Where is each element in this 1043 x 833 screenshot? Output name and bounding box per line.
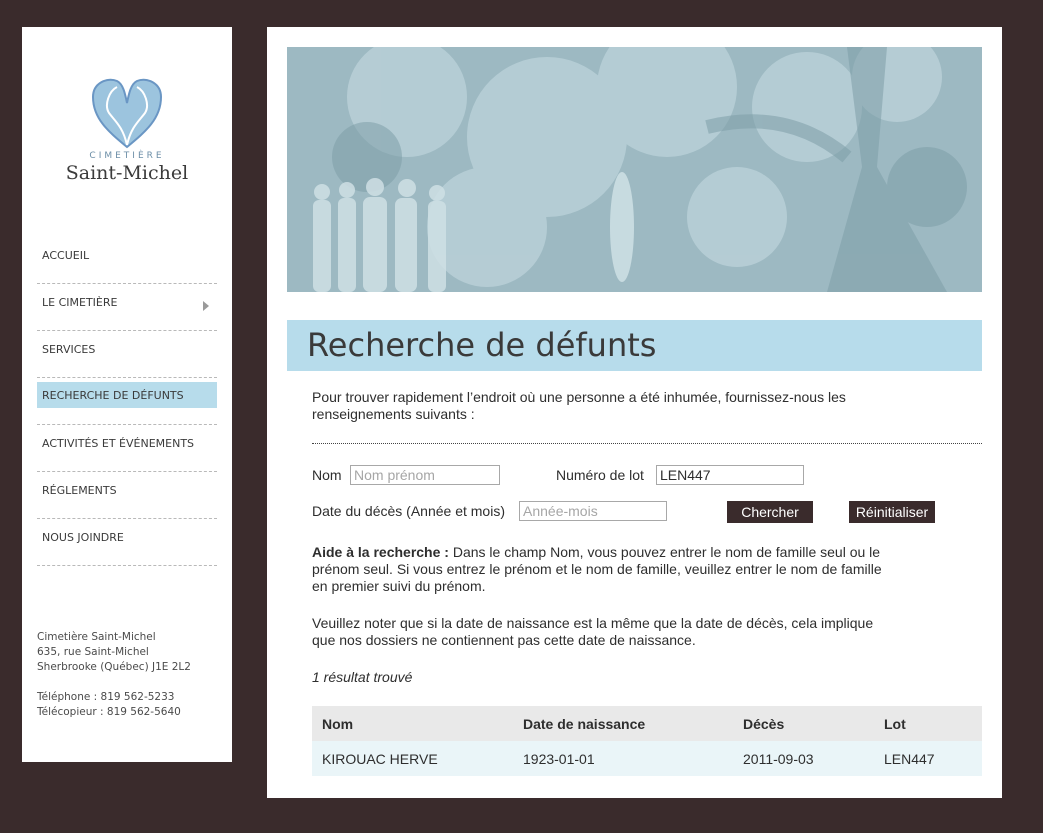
page-title: Recherche de défunts	[307, 326, 657, 364]
nav-item-label: ACTIVITÉS ET ÉVÉNEMENTS	[42, 437, 195, 450]
trees-silhouettes-image	[287, 47, 982, 292]
nav-item-label: ACCUEIL	[42, 249, 90, 262]
address-line: Sherbrooke (Québec) J1E 2L2	[37, 661, 191, 673]
angel-wings-logo-icon	[91, 78, 163, 149]
cell-date-naissance: 1923-01-01	[513, 741, 733, 776]
cell-nom: KIROUAC HERVE	[312, 741, 513, 776]
table-header-row: Nom Date de naissance Décès Lot	[312, 706, 982, 741]
nav-item-accueil[interactable]: ACCUEIL	[37, 237, 217, 284]
nav-item-le-cimetiere[interactable]: LE CIMETIÈRE	[37, 284, 217, 331]
column-header-nom: Nom	[312, 706, 513, 741]
lot-label: Numéro de lot	[556, 467, 644, 483]
page-title-bar: Recherche de défunts	[287, 320, 982, 371]
birthdate-note: Veuillez noter que si la date de naissan…	[312, 615, 874, 648]
search-help-text: Aide à la recherche : Dans le champ Nom,…	[312, 544, 892, 595]
logo-title: Saint-Michel	[65, 162, 189, 184]
nav-item-recherche-de-defunts[interactable]: RECHERCHE DE DÉFUNTS	[37, 378, 217, 425]
nav-item-services[interactable]: SERVICES	[37, 331, 217, 378]
phone-number: Téléphone : 819 562-5233	[37, 691, 175, 703]
search-button[interactable]: Chercher	[727, 501, 813, 523]
fax-number: Télécopieur : 819 562-5640	[37, 706, 181, 718]
cell-deces: 2011-09-03	[733, 741, 874, 776]
name-input[interactable]	[350, 465, 500, 485]
divider	[312, 443, 982, 444]
sidebar: CIMETIÈRE Saint-Michel ACCUEIL LE CIMETI…	[22, 27, 232, 762]
table-row: KIROUAC HERVE 1923-01-01 2011-09-03 LEN4…	[312, 741, 982, 776]
nav-item-nous-joindre[interactable]: NOUS JOINDRE	[37, 519, 217, 566]
lot-number-input[interactable]	[656, 465, 804, 485]
logo-subtitle: CIMETIÈRE	[89, 151, 165, 161]
cell-lot: LEN447	[874, 741, 982, 776]
name-label: Nom	[312, 467, 342, 483]
main-navigation: ACCUEIL LE CIMETIÈRE SERVICES RECHERCHE …	[37, 237, 217, 566]
nav-item-reglements[interactable]: RÉGLEMENTS	[37, 472, 217, 519]
nav-item-label: RECHERCHE DE DÉFUNTS	[42, 389, 184, 402]
nav-item-activites[interactable]: ACTIVITÉS ET ÉVÉNEMENTS	[37, 425, 217, 472]
main-content: Recherche de défunts Pour trouver rapide…	[267, 27, 1002, 798]
death-date-input[interactable]	[519, 501, 667, 521]
column-header-date-naissance: Date de naissance	[513, 706, 733, 741]
address-line: Cimetière Saint-Michel	[37, 631, 156, 643]
address-line: 635, rue Saint-Michel	[37, 646, 149, 658]
nav-item-label: NOUS JOINDRE	[42, 531, 124, 544]
contact-address: Cimetière Saint-Michel 635, rue Saint-Mi…	[37, 630, 222, 720]
nav-item-label: RÉGLEMENTS	[42, 484, 117, 497]
logo[interactable]: CIMETIÈRE Saint-Michel	[22, 77, 232, 227]
help-heading: Aide à la recherche :	[312, 544, 449, 560]
date-label: Date du décès (Année et mois)	[312, 503, 505, 519]
nav-item-label: SERVICES	[42, 343, 96, 356]
intro-text: Pour trouver rapidement l’endroit où une…	[312, 389, 846, 422]
nav-item-label: LE CIMETIÈRE	[42, 296, 118, 309]
results-table: Nom Date de naissance Décès Lot KIROUAC …	[312, 706, 982, 776]
reset-button[interactable]: Réinitialiser	[849, 501, 935, 523]
column-header-deces: Décès	[733, 706, 874, 741]
banner-image	[287, 47, 982, 292]
column-header-lot: Lot	[874, 706, 982, 741]
chevron-right-icon	[203, 301, 209, 311]
result-count: 1 résultat trouvé	[312, 669, 413, 685]
